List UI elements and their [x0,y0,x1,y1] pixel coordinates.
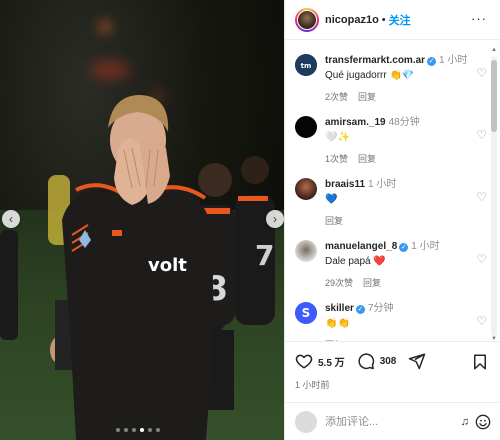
comment-text: Dale papá ❤️ [325,256,386,267]
jersey-sponsor: volt [148,255,187,276]
avatar[interactable]: S [295,302,317,324]
avatar[interactable] [295,178,317,200]
player-illustration: 8 7 volt [0,95,275,440]
comment-username[interactable]: manuelangel_8 [325,241,397,252]
carousel-dot[interactable] [116,428,120,432]
comment-username[interactable]: amirsam._19 [325,117,386,128]
verified-badge-icon: ✓ [427,57,437,66]
svg-text:tm: tm [301,62,312,70]
carousel-dot[interactable] [124,428,128,432]
comment-time: 1 小时 [411,241,440,252]
bookmark-icon[interactable] [471,353,489,371]
follow-button[interactable]: 关注 [389,12,411,28]
comment-username[interactable]: transfermarkt.com.ar [325,55,425,66]
post-username[interactable]: nicopaz1o [325,14,379,26]
carousel-dot[interactable] [156,428,160,432]
likes-count[interactable]: 5.5 万 [318,354,345,369]
comment-text: 🤍✨ [325,132,350,143]
add-comment-bar: ♫ [285,402,500,440]
avatar[interactable] [295,116,317,138]
comment-likes[interactable]: 1次赞 [325,154,348,164]
svg-text:7: 7 [255,239,274,272]
heart-icon[interactable] [295,352,313,370]
avatar [295,411,317,433]
share-icon[interactable] [408,352,426,370]
comment-time: 48分钟 [388,117,420,128]
scroll-up-icon[interactable]: ▲ [491,47,497,53]
comment-text: 👏👏 [325,318,350,329]
heart-icon[interactable]: ♡ [476,314,487,328]
comment-username[interactable]: skiller [325,303,354,314]
comments-list: tm transfermarkt.com.ar ✓ 1 小时 Qué jugador… [285,44,500,341]
comments-count[interactable]: 308 [380,356,397,367]
reply-button[interactable]: 回复 [358,92,376,102]
comments-scrollbar[interactable] [491,56,497,336]
comment-time: 1 小时 [368,179,397,190]
reply-button[interactable]: 回复 [363,278,381,288]
heart-icon[interactable]: ♡ [476,66,487,80]
post-photo[interactable]: 8 7 volt ‹ › [0,0,284,440]
svg-text:S: S [302,306,311,320]
reply-button[interactable]: 回复 [325,216,343,226]
comment-likes[interactable]: 29次赞 [325,278,353,288]
carousel-dots [116,428,160,432]
post-header: nicopaz1o • 关注 ··· [285,0,500,40]
reply-button[interactable]: 回复 [358,154,376,164]
comment-icon[interactable] [357,352,375,370]
carousel-dot[interactable] [132,428,136,432]
heart-icon[interactable]: ♡ [476,252,487,266]
comment-time: 1 小时 [439,55,468,66]
comment-time: 7分钟 [367,303,394,314]
heart-icon[interactable]: ♡ [476,190,487,204]
post-timestamp: 1 小时前 [295,380,330,390]
carousel-dot-active[interactable] [140,428,144,432]
post-side-panel: nicopaz1o • 关注 ··· tm transfermarkt.com.… [284,0,500,440]
heart-icon[interactable]: ♡ [476,128,487,142]
comment-input[interactable] [325,416,445,428]
chevron-left-icon[interactable]: ‹ [2,210,20,228]
post-actions: 5.5 万 308 1 小时前 ♫ [285,341,500,440]
carousel-dot[interactable] [148,428,152,432]
emoji-icon[interactable] [475,414,491,430]
comment-text: Qué jugadorrr 👏💎 [325,70,415,81]
comment-username[interactable]: braais11 [325,179,365,190]
avatar[interactable] [295,7,319,32]
verified-badge-icon: ✓ [355,305,365,314]
more-options-icon[interactable]: ··· [471,11,487,26]
separator-dot: • [381,13,386,26]
avatar[interactable] [295,240,317,262]
comment-likes[interactable]: 2次赞 [325,92,348,102]
chevron-right-icon[interactable]: › [266,210,284,228]
comment-text: 💙 [325,194,338,205]
gif-icon[interactable]: ♫ [461,416,469,428]
avatar[interactable]: tm [295,54,317,76]
scrollbar-thumb[interactable] [491,60,497,132]
verified-badge-icon: ✓ [399,243,409,252]
